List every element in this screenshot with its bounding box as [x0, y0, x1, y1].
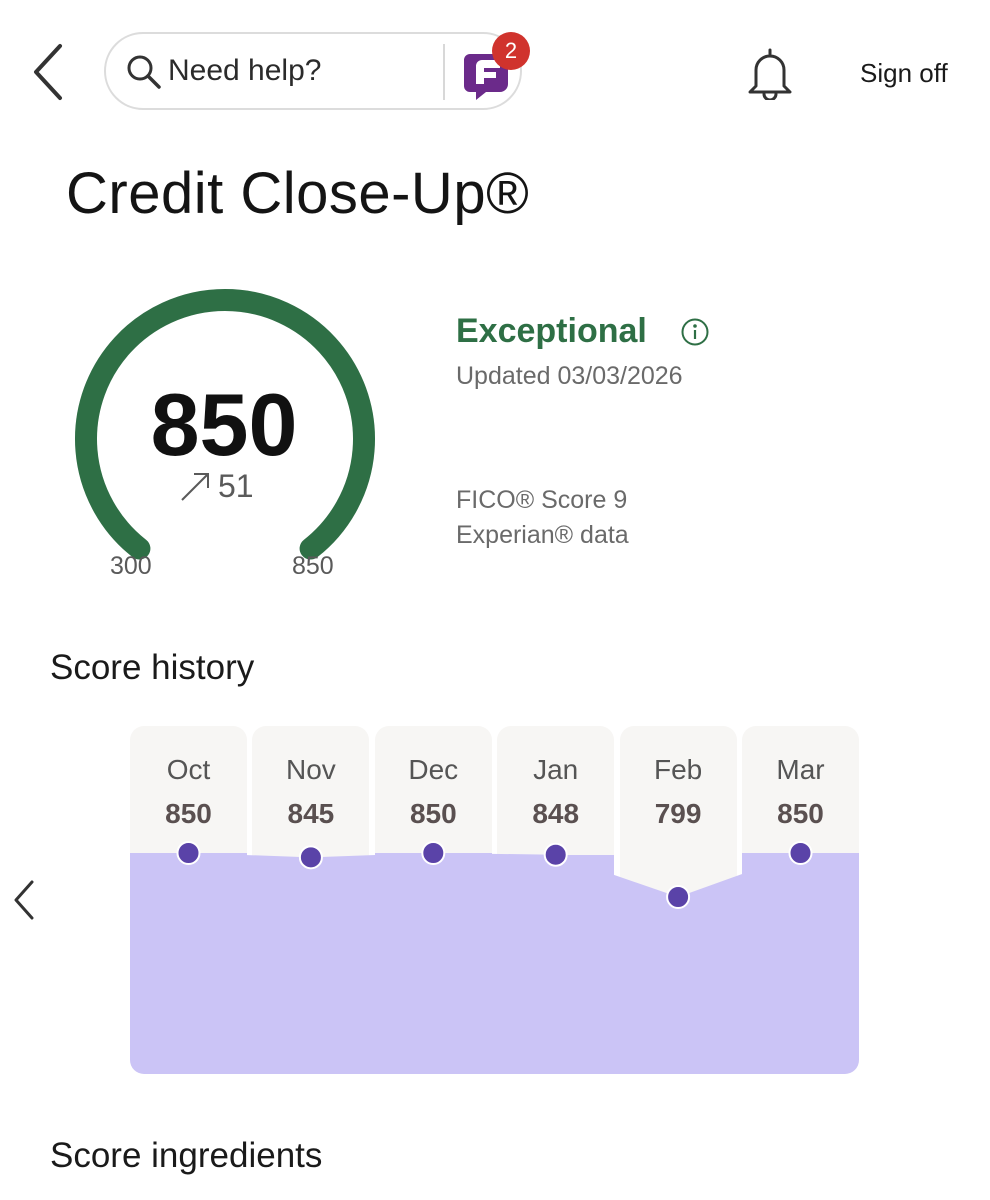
credit-score-value: 850 [150, 375, 298, 474]
score-model: FICO® Score 9 [456, 486, 628, 514]
range-min-label: 300 [110, 552, 152, 580]
history-prev-button[interactable] [6, 872, 42, 928]
chevron-left-icon [14, 880, 34, 920]
chevron-left-icon [34, 44, 62, 100]
notification-badge: 2 [492, 32, 530, 70]
score-history-chart[interactable]: Oct 850 Nov 845 Dec 850 Jan 848 Feb 799 Mar 850 [130, 726, 860, 1076]
arrow-up-right-icon [181, 472, 209, 501]
history-slope [555, 854, 679, 1074]
history-slope [678, 853, 801, 1074]
score-ingredients-title: Score ingredients [50, 1136, 323, 1175]
sign-off-button[interactable]: Sign off [860, 58, 948, 89]
history-point [298, 845, 323, 870]
search-bar[interactable]: Need help? 2 [104, 32, 530, 110]
history-point [421, 841, 446, 865]
score-change: 51 [178, 468, 254, 508]
history-slope [433, 853, 556, 1074]
history-slope [188, 853, 311, 1074]
bell-icon[interactable] [744, 46, 796, 100]
search-divider [443, 44, 445, 100]
back-button[interactable] [28, 40, 72, 104]
score-history-title: Score history [50, 648, 255, 687]
history-slope [310, 853, 434, 1074]
history-point [666, 885, 691, 909]
history-point [788, 841, 813, 865]
history-point [176, 841, 201, 865]
score-change-value: 51 [218, 468, 254, 504]
score-rating: Exceptional [456, 312, 647, 350]
page-title: Credit Close-Up® [66, 161, 530, 226]
info-icon[interactable] [680, 317, 710, 347]
search-icon [127, 55, 161, 89]
updated-date: Updated 03/03/2026 [456, 362, 683, 390]
range-max-label: 850 [292, 552, 334, 580]
search-input[interactable]: Need help? [168, 54, 321, 88]
history-line [176, 841, 813, 1074]
history-point [543, 842, 568, 867]
score-bureau: Experian® data [456, 521, 629, 549]
